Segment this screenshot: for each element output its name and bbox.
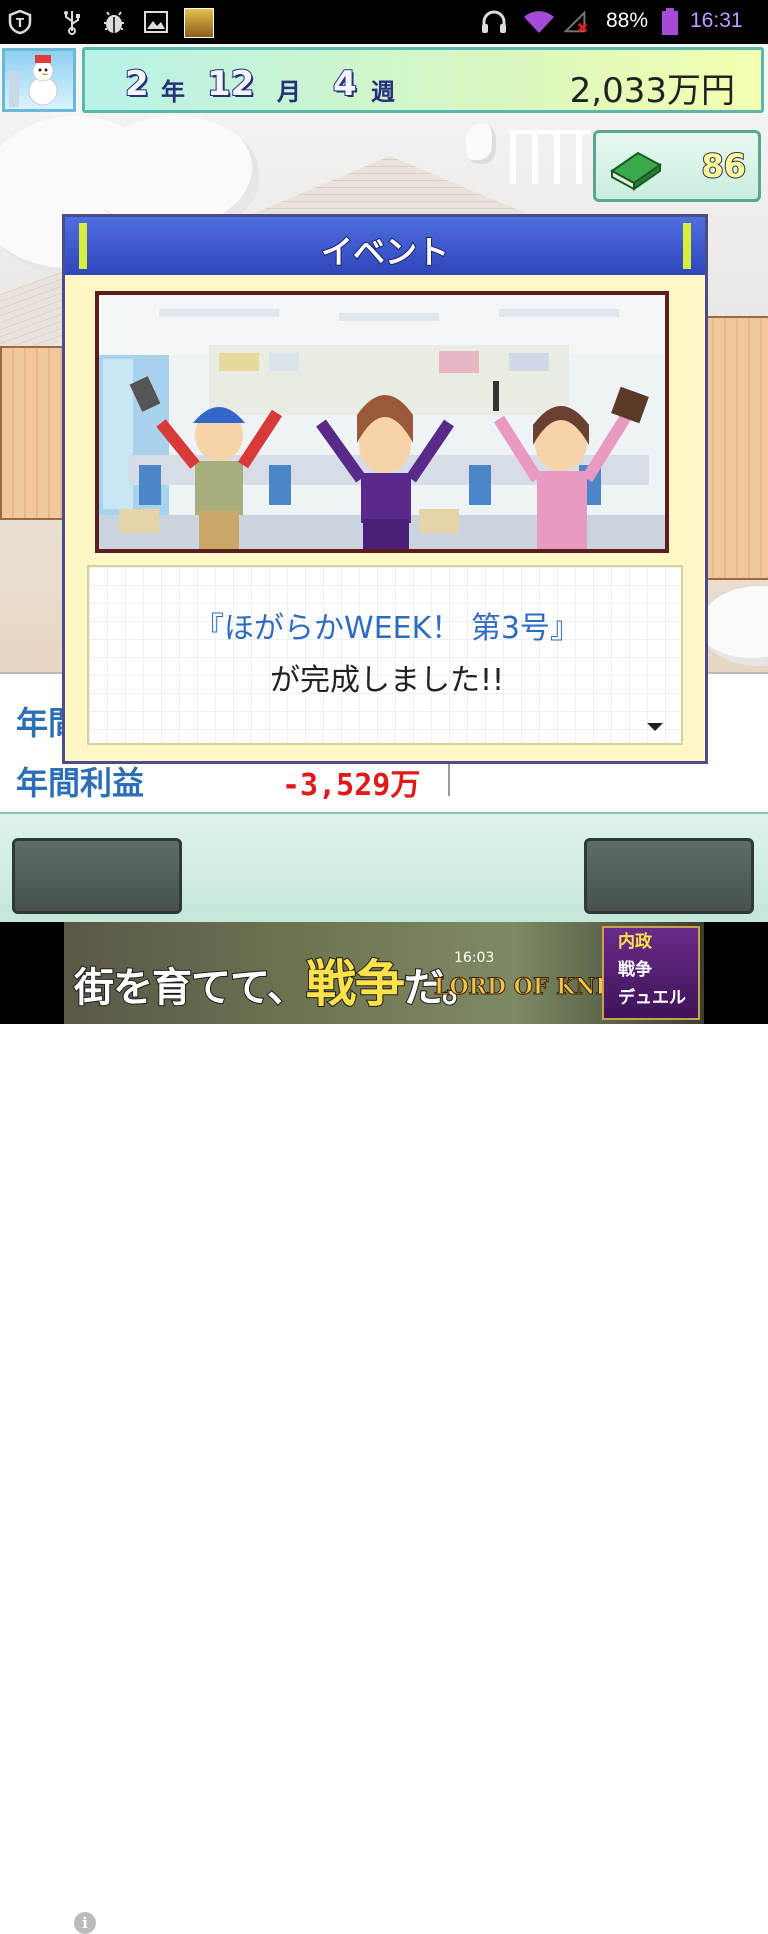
snow-tree [700,586,768,666]
battery-icon [656,8,684,36]
ad-info-icon[interactable]: i [74,1912,96,1934]
year-number: 2 [124,63,150,105]
month-unit: 月 [277,78,301,106]
ad-menu-item: 内政 [618,932,652,952]
bottom-menu-panel [0,812,768,924]
snowman-avatar[interactable] [2,48,76,112]
snowman-figure [466,124,496,164]
ad-headline-part1: 街を育てて、 [73,964,308,1012]
headphones-icon [480,8,508,36]
android-status-bar: T 88% 16:31 [0,0,768,44]
message-area[interactable]: 『ほがらかWEEK！ 第3号』 が完成しました!! [87,565,683,745]
annual-profit-label: 年間利益 [16,764,145,802]
ad-menu-item: 戦争 [618,960,652,980]
clock: 16:31 [690,9,743,32]
usb-icon [58,8,86,36]
month-number: 12 [206,63,255,105]
building-wall [700,316,768,580]
no-signal-icon [562,8,590,36]
battery-percent: 88% [606,9,649,32]
money-amount: 2,033万円 [569,71,735,111]
fence [510,130,590,184]
event-dialog[interactable]: イベント 『ほがらかWEEK！ 第3号』 が完成しました!! [62,214,708,764]
ad-menu-panel: 内政 戦争 デュエル [602,926,700,1020]
dialog-title: イベント [320,232,450,272]
ad-clock: 16:03 [454,950,495,966]
game-app-icon [184,8,214,38]
message-title-line: 『ほがらかWEEK！ 第3号』 [194,611,580,646]
picture-icon [142,8,170,36]
svg-text:T: T [16,16,25,30]
ad-headline: 街を育てて、戦争だ。 [73,944,483,1016]
dialog-header: イベント [65,217,705,275]
ad-headline-big: 戦争 [305,954,406,1014]
ad-banner[interactable]: 街を育てて、戦争だ。 16:03 LORD OF KNIGHTS 内政 戦争 デ… [0,922,768,1934]
ad-menu-item: デュエル [618,988,686,1008]
right-menu-button[interactable] [584,838,754,914]
shield-app-icon: T [6,8,34,36]
wifi-icon [522,8,556,36]
game-header: 2 年 12 月 4 週 2,033万円 [0,44,768,116]
message-body-line: が完成しました!! [269,663,505,698]
green-book-icon [608,143,664,191]
ad-content[interactable]: 街を育てて、戦争だ。 16:03 LORD OF KNIGHTS 内政 戦争 デ… [64,922,704,1024]
research-points-count: 86 [700,146,747,186]
debug-bug-icon [100,8,128,36]
week-number: 4 [332,63,358,105]
left-menu-button[interactable] [12,838,182,914]
event-illustration [95,291,669,553]
annual-profit-value: -3,529万 [282,768,421,803]
week-unit: 週 [371,78,395,106]
continue-arrow-icon[interactable] [647,723,663,731]
office-celebration-illustration [99,295,665,549]
year-unit: 年 [161,78,185,106]
date-money-bar: 2 年 12 月 4 週 2,033万円 [82,47,764,113]
research-points-panel[interactable]: 86 [593,130,761,202]
